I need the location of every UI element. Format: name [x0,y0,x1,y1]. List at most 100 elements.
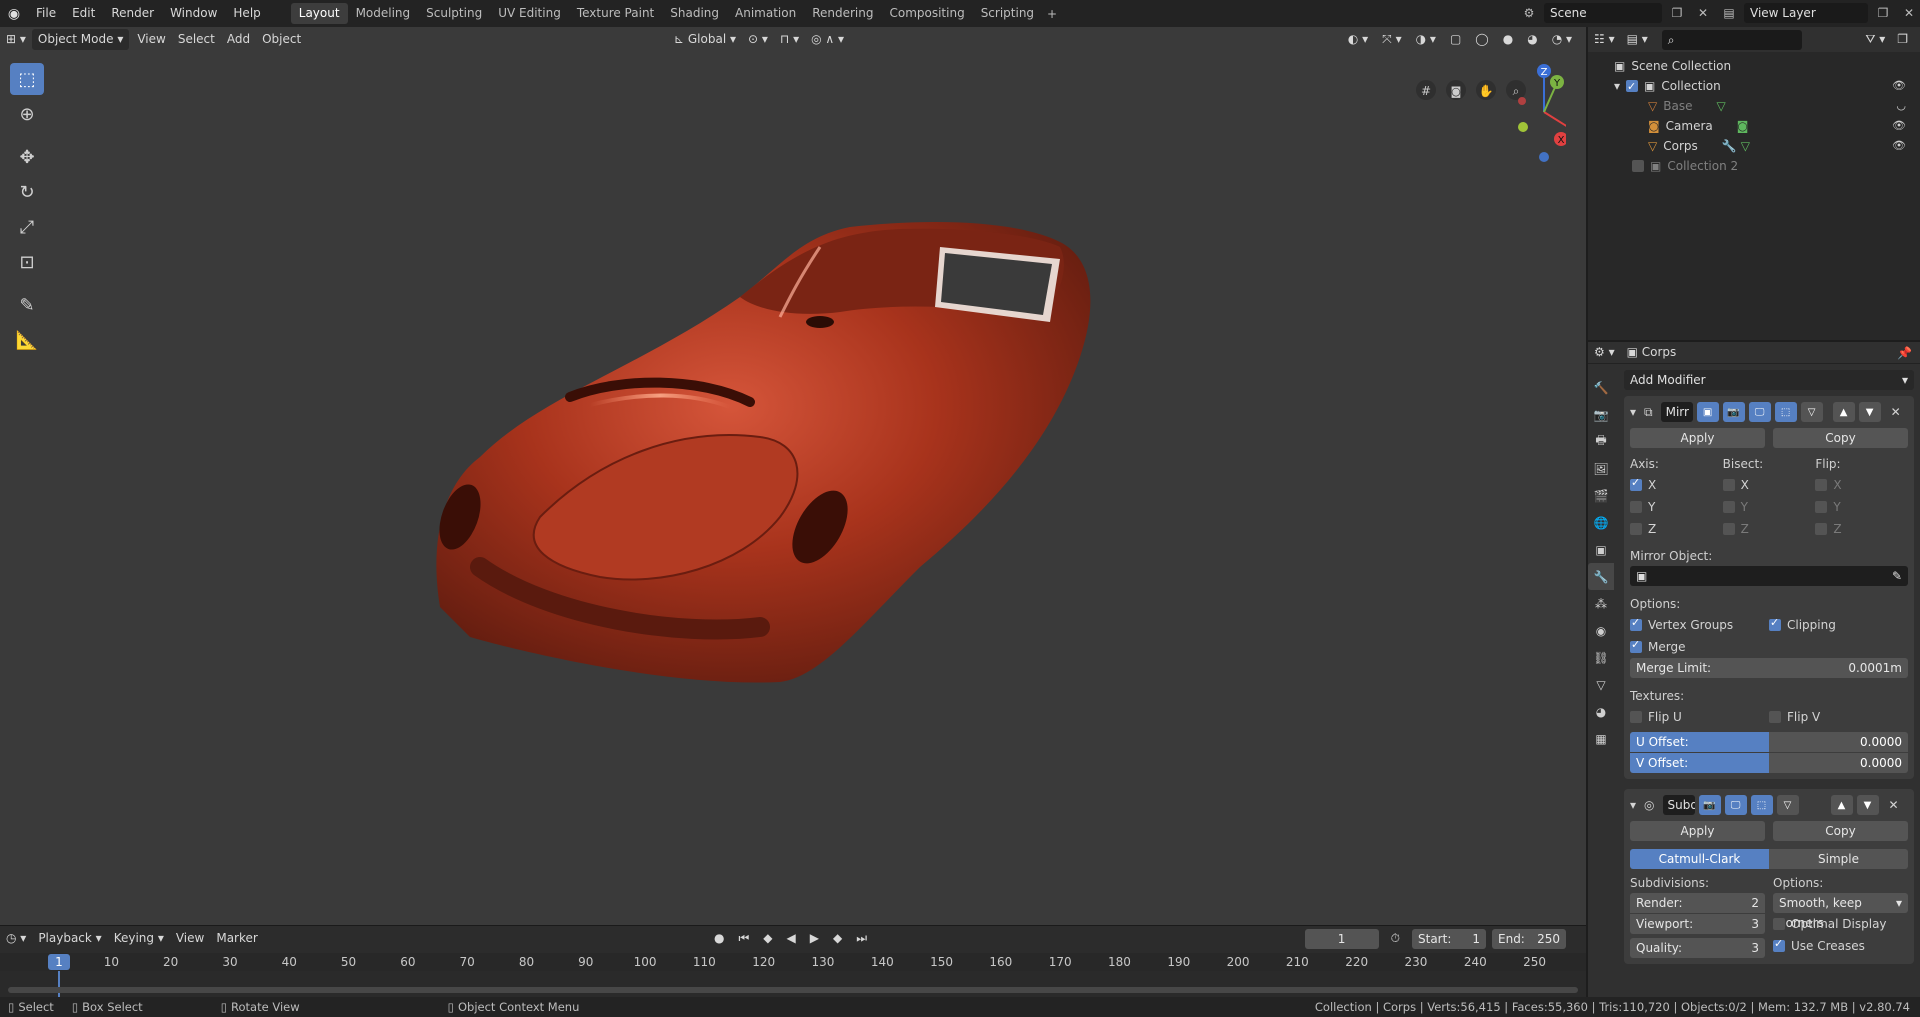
particles-tab-icon[interactable]: ⁂ [1588,590,1614,617]
current-frame-field[interactable]: 1 [1304,928,1379,949]
delete-scene-icon[interactable]: ✕ [1692,3,1714,23]
physics-tab-icon[interactable]: ◉ [1588,617,1614,644]
output-tab-icon[interactable]: 🖶 [1588,428,1614,455]
menu-file[interactable]: File [28,0,64,27]
new-collection-icon[interactable]: ❐ [1891,29,1914,50]
remove-modifier-icon[interactable]: ✕ [1889,798,1899,812]
menu-add[interactable]: Add [221,29,256,50]
tab-modeling[interactable]: Modeling [348,3,419,24]
subdivision-modifier-name[interactable]: Subd [1662,795,1695,815]
menu-timeline-view[interactable]: View [170,928,210,949]
object-tab-icon[interactable]: ▣ [1588,536,1614,563]
bisect-y-checkbox[interactable] [1722,501,1735,513]
tab-layout[interactable]: Layout [290,3,348,24]
menu-window[interactable]: Window [162,0,225,27]
blender-logo-icon[interactable]: ◉ [0,0,28,27]
realtime-toggle-icon[interactable]: 🖵 [1748,402,1771,422]
play-reverse-icon[interactable]: ◀ [781,928,802,949]
view-layer-tab-icon[interactable]: 🖼 [1588,455,1614,482]
remove-modifier-icon[interactable]: ✕ [1891,405,1901,419]
jump-end-icon[interactable]: ⏭ [850,928,873,949]
menu-object[interactable]: Object [256,29,307,50]
editmode-toggle-icon[interactable]: ⬚ [1750,795,1773,815]
mirror-object-field[interactable]: ▣ ✎ [1630,566,1908,586]
pan-view-icon[interactable]: ✋ [1476,80,1496,100]
transform-orientation-dropdown[interactable]: ⊾ Global ▾ [668,29,742,50]
frame-ruler[interactable]: 1 10 20 30 40 50 60 70 80 90 100 110 120 130 140 150 16… [0,953,1586,971]
menu-marker[interactable]: Marker [210,928,263,949]
collapse-arrow-icon[interactable]: ▾ [1630,798,1636,812]
bisect-x-row[interactable]: X [1722,474,1816,496]
tab-texture-paint[interactable]: Texture Paint [569,3,662,24]
flip-z-row[interactable]: Z [1815,518,1908,540]
end-frame-field[interactable]: End: 250 [1492,928,1566,949]
menu-view[interactable]: View [131,29,171,50]
gizmo-icon[interactable]: ⤧ ▾ [1376,29,1407,50]
wireframe-shading-icon[interactable]: ◯ [1469,29,1494,50]
mirror-modifier-name[interactable]: Mirr [1660,402,1693,422]
record-icon[interactable]: ● [708,928,730,949]
clipping-checkbox[interactable] [1769,616,1781,631]
menu-select[interactable]: Select [172,29,221,50]
use-creases-row[interactable]: Use Creases [1773,935,1908,957]
flip-y-row[interactable]: Y [1815,496,1908,518]
flip-v-checkbox[interactable] [1769,711,1781,723]
viewport-levels-field[interactable]: Viewport: 3 [1630,914,1765,934]
move-tool-icon[interactable]: ✥ [10,141,44,173]
zoom-view-icon[interactable]: ⌕ [1506,80,1526,100]
timeline-editor-type-icon[interactable]: ◷ ▾ [0,928,32,949]
rendered-shading-icon[interactable]: ◔ ▾ [1546,29,1578,50]
timeline-track[interactable] [0,971,1586,997]
tree-scene-collection[interactable]: ▣ Scene Collection [1588,56,1920,76]
delete-view-layer-icon[interactable]: ✕ [1898,3,1920,23]
next-keyframe-icon[interactable]: ◆ [827,928,848,949]
tree-item-corps[interactable]: ▽ Corps 🔧 ▽ 👁 [1588,136,1920,156]
editor-type-icon[interactable]: ⊞ ▾ [0,29,32,50]
flip-u-checkbox[interactable] [1630,711,1642,723]
3d-viewport[interactable]: ⊞ ▾ Object Mode ▾ View Select Add Object… [0,27,1586,925]
menu-render[interactable]: Render [103,0,162,27]
menu-playback[interactable]: Playback ▾ [32,928,107,949]
use-creases-checkbox[interactable] [1773,937,1785,952]
flip-y-checkbox[interactable] [1815,501,1828,513]
pivot-point-icon[interactable]: ⊙ ▾ [742,29,774,50]
render-tab-icon[interactable]: 📷 [1588,401,1614,428]
add-workspace-icon[interactable]: + [1042,7,1062,21]
camera-view-icon[interactable]: ◙ [1446,80,1466,100]
u-offset-slider[interactable]: U Offset: 0.0000 [1630,732,1908,752]
cursor-tool-icon[interactable]: ⊕ [10,98,44,130]
mirror-apply-button[interactable]: Apply [1630,428,1765,448]
scene-field[interactable]: Scene [1544,3,1662,23]
annotate-tool-icon[interactable]: ✎ [10,289,44,321]
editmode-toggle-icon[interactable]: ⬚ [1774,402,1797,422]
optimal-display-checkbox[interactable] [1773,918,1785,930]
filter-icon[interactable]: ⛛ ▾ [1859,29,1891,50]
grid-view-icon[interactable]: # [1416,80,1436,100]
modifier-tab-icon[interactable]: 🔧 [1588,563,1614,590]
constraints-tab-icon[interactable]: ⛓ [1588,644,1614,671]
scene-icon[interactable]: ⚙ [1518,3,1540,23]
on-cage-toggle-icon[interactable]: ▽ [1776,795,1799,815]
start-frame-field[interactable]: Start: 1 [1412,928,1486,949]
move-down-icon[interactable]: ▼ [1856,795,1879,815]
material-shading-icon[interactable]: ◕ [1521,29,1543,50]
menu-edit[interactable]: Edit [64,0,103,27]
subdivision-copy-button[interactable]: Copy [1773,821,1908,841]
proportional-edit-icon[interactable]: ◎ ∧ ▾ [805,29,850,50]
scale-tool-icon[interactable]: ⤢ [10,211,44,243]
axis-x-row[interactable]: X [1630,474,1723,496]
pin-icon[interactable]: 📌 [1897,346,1912,360]
select-box-tool-icon[interactable]: ⬚ [10,63,44,95]
material-tab-icon[interactable]: ◕ [1588,698,1614,725]
merge-row[interactable]: Merge [1630,636,1908,658]
quality-field[interactable]: Quality: 3 [1630,938,1765,958]
bisect-z-checkbox[interactable] [1722,523,1735,535]
jump-start-icon[interactable]: ⏮ [732,928,755,949]
tree-item-collection-2[interactable]: ▣ Collection 2 [1588,156,1920,176]
tree-item-collection[interactable]: ▾ ▣ Collection 👁 [1588,76,1920,97]
collection-2-checkbox[interactable] [1632,160,1644,172]
object-mode-dropdown[interactable]: Object Mode ▾ [31,29,130,50]
flip-u-row[interactable]: Flip U [1630,706,1769,728]
tab-compositing[interactable]: Compositing [881,3,972,24]
render-levels-field[interactable]: Render: 2 [1630,893,1765,913]
